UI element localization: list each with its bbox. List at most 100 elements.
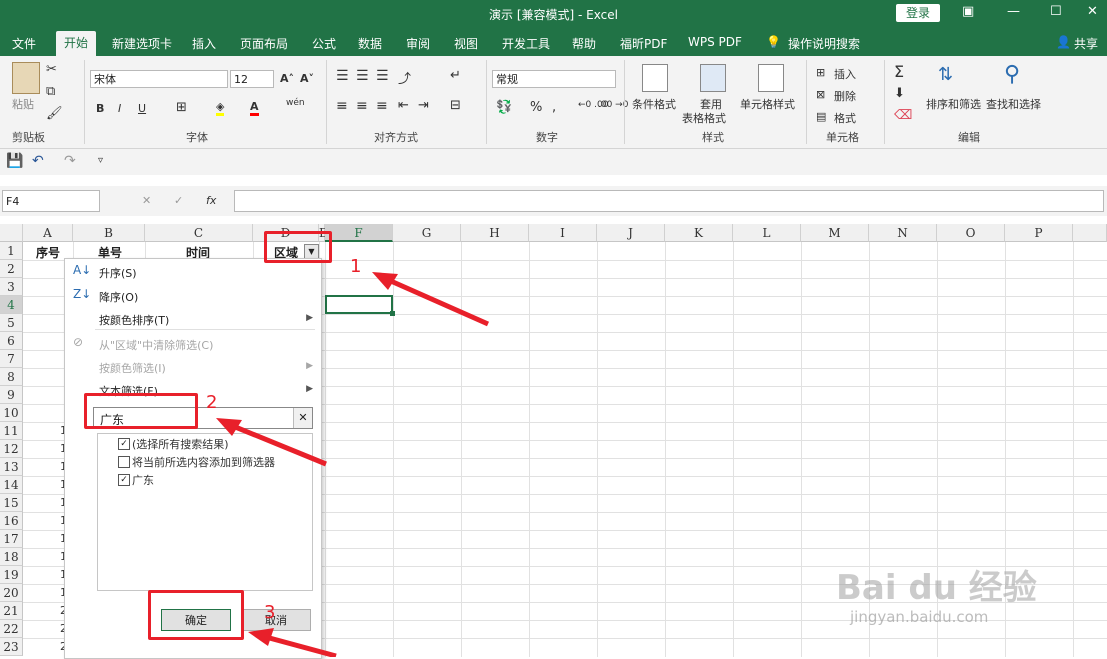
- row-header[interactable]: 3: [0, 278, 23, 296]
- wrap-text-icon[interactable]: ↵: [450, 68, 461, 83]
- delete-cells-icon[interactable]: ⊠: [816, 88, 825, 101]
- paste-label[interactable]: 粘贴: [12, 96, 34, 112]
- fill-icon[interactable]: ⬇: [894, 86, 905, 101]
- ribbon-display-icon[interactable]: ▣: [962, 4, 974, 19]
- checkbox-checked-icon[interactable]: ✓: [118, 438, 130, 450]
- column-header[interactable]: B: [73, 224, 145, 242]
- tab-data[interactable]: 数据: [358, 35, 382, 52]
- font-color-icon[interactable]: A: [250, 100, 259, 116]
- bold-icon[interactable]: B: [96, 102, 104, 115]
- column-header[interactable]: K: [665, 224, 733, 242]
- row-header[interactable]: 6: [0, 332, 23, 350]
- tab-developer[interactable]: 开发工具: [502, 35, 550, 52]
- indent-decrease-icon[interactable]: ⇤: [398, 98, 409, 113]
- menu-sort-by-color[interactable]: 按颜色排序(T): [99, 312, 169, 328]
- table-format-icon[interactable]: [700, 64, 726, 92]
- cancel-icon[interactable]: ✕: [142, 194, 151, 207]
- tab-page-layout[interactable]: 页面布局: [240, 35, 288, 52]
- row-header[interactable]: 18: [0, 548, 23, 566]
- conditional-format-button[interactable]: 条件格式: [632, 96, 676, 112]
- column-header[interactable]: A: [23, 224, 73, 242]
- sort-filter-button[interactable]: 排序和筛选: [926, 96, 981, 112]
- row-header[interactable]: 8: [0, 368, 23, 386]
- redo-icon[interactable]: ↷: [64, 153, 76, 169]
- column-header[interactable]: L: [733, 224, 801, 242]
- row-header[interactable]: 19: [0, 566, 23, 584]
- cell-style-icon[interactable]: [758, 64, 784, 92]
- menu-clear-filter[interactable]: 从"区域"中清除筛选(C): [99, 337, 213, 353]
- close-icon[interactable]: ✕: [1087, 4, 1098, 19]
- option-guangdong[interactable]: 广东: [132, 472, 154, 488]
- column-header[interactable]: I: [529, 224, 597, 242]
- column-header[interactable]: [1073, 224, 1107, 242]
- border-icon[interactable]: ⊞: [176, 100, 187, 115]
- undo-icon[interactable]: ↶: [32, 153, 44, 169]
- cut-icon[interactable]: ✂: [46, 62, 57, 77]
- tab-formulas[interactable]: 公式: [312, 35, 336, 52]
- phonetic-icon[interactable]: wén: [286, 98, 305, 108]
- row-header[interactable]: 21: [0, 602, 23, 620]
- row-header[interactable]: 15: [0, 494, 23, 512]
- select-all-corner[interactable]: [0, 224, 23, 242]
- find-select-button[interactable]: 查找和选择: [986, 96, 1041, 112]
- save-icon[interactable]: 💾: [6, 153, 23, 169]
- cancel-button[interactable]: 取消: [241, 609, 311, 631]
- font-name-select[interactable]: 宋体: [90, 70, 228, 88]
- tell-me-search[interactable]: 操作说明搜索: [788, 35, 860, 52]
- sort-filter-icon[interactable]: ⇅: [938, 64, 953, 85]
- tab-new[interactable]: 新建选项卡: [112, 35, 172, 52]
- merge-center-icon[interactable]: ⊟: [450, 98, 461, 113]
- tab-view[interactable]: 视图: [454, 35, 478, 52]
- align-left-icon[interactable]: ≡: [336, 98, 348, 114]
- tab-file[interactable]: 文件: [12, 35, 36, 52]
- row-header[interactable]: 1: [0, 242, 23, 260]
- column-header[interactable]: G: [393, 224, 461, 242]
- align-middle-icon[interactable]: ☰: [356, 68, 369, 84]
- tab-foxit-pdf[interactable]: 福昕PDF: [620, 35, 667, 52]
- name-box[interactable]: F4: [2, 190, 100, 212]
- insert-cells-icon[interactable]: ⊞: [816, 66, 825, 79]
- row-header[interactable]: 11: [0, 422, 23, 440]
- column-header[interactable]: F: [325, 224, 393, 242]
- tab-insert[interactable]: 插入: [192, 35, 216, 52]
- row-header[interactable]: 9: [0, 386, 23, 404]
- conditional-format-icon[interactable]: [642, 64, 668, 92]
- italic-icon[interactable]: I: [118, 102, 121, 115]
- row-header[interactable]: 13: [0, 458, 23, 476]
- active-cell-f4[interactable]: [325, 295, 393, 314]
- underline-icon[interactable]: U: [138, 102, 146, 115]
- login-button[interactable]: 登录: [896, 4, 940, 22]
- column-header[interactable]: J: [597, 224, 665, 242]
- copy-icon[interactable]: ⧉: [46, 84, 55, 99]
- enter-icon[interactable]: ✓: [174, 194, 183, 207]
- column-header[interactable]: O: [937, 224, 1005, 242]
- fill-color-icon[interactable]: ◈: [216, 100, 225, 116]
- align-center-icon[interactable]: ≡: [356, 98, 368, 114]
- font-size-select[interactable]: 12: [230, 70, 274, 88]
- font-shrink-icon[interactable]: A˅: [300, 72, 314, 85]
- column-header[interactable]: N: [869, 224, 937, 242]
- format-painter-icon[interactable]: 🖌: [46, 106, 63, 121]
- font-grow-icon[interactable]: A˄: [280, 72, 294, 85]
- menu-filter-by-color[interactable]: 按颜色筛选(I): [99, 360, 166, 376]
- tab-home[interactable]: 开始: [56, 31, 97, 56]
- column-header[interactable]: H: [461, 224, 529, 242]
- find-icon[interactable]: ⚲: [1004, 62, 1020, 87]
- formula-input[interactable]: [234, 190, 1104, 212]
- row-header[interactable]: 5: [0, 314, 23, 332]
- format-cells-button[interactable]: 格式: [834, 110, 856, 126]
- filter-values-list[interactable]: ✓ (选择所有搜索结果) 将当前所选内容添加到筛选器 ✓ 广东: [97, 433, 313, 591]
- paste-icon[interactable]: [12, 62, 40, 94]
- menu-sort-descending[interactable]: 降序(O): [99, 289, 138, 305]
- tab-help[interactable]: 帮助: [572, 35, 596, 52]
- indent-increase-icon[interactable]: ⇥: [418, 98, 429, 113]
- accounting-icon[interactable]: 💱: [496, 100, 512, 115]
- option-add-to-filter[interactable]: 将当前所选内容添加到筛选器: [132, 454, 275, 470]
- clear-search-icon[interactable]: ✕: [293, 408, 312, 428]
- orientation-icon[interactable]: ⤴: [398, 68, 411, 87]
- fill-handle[interactable]: [390, 311, 395, 316]
- row-header[interactable]: 16: [0, 512, 23, 530]
- column-header[interactable]: P: [1005, 224, 1073, 242]
- cell-style-button[interactable]: 单元格样式: [740, 96, 795, 112]
- comma-icon[interactable]: ,: [552, 100, 556, 115]
